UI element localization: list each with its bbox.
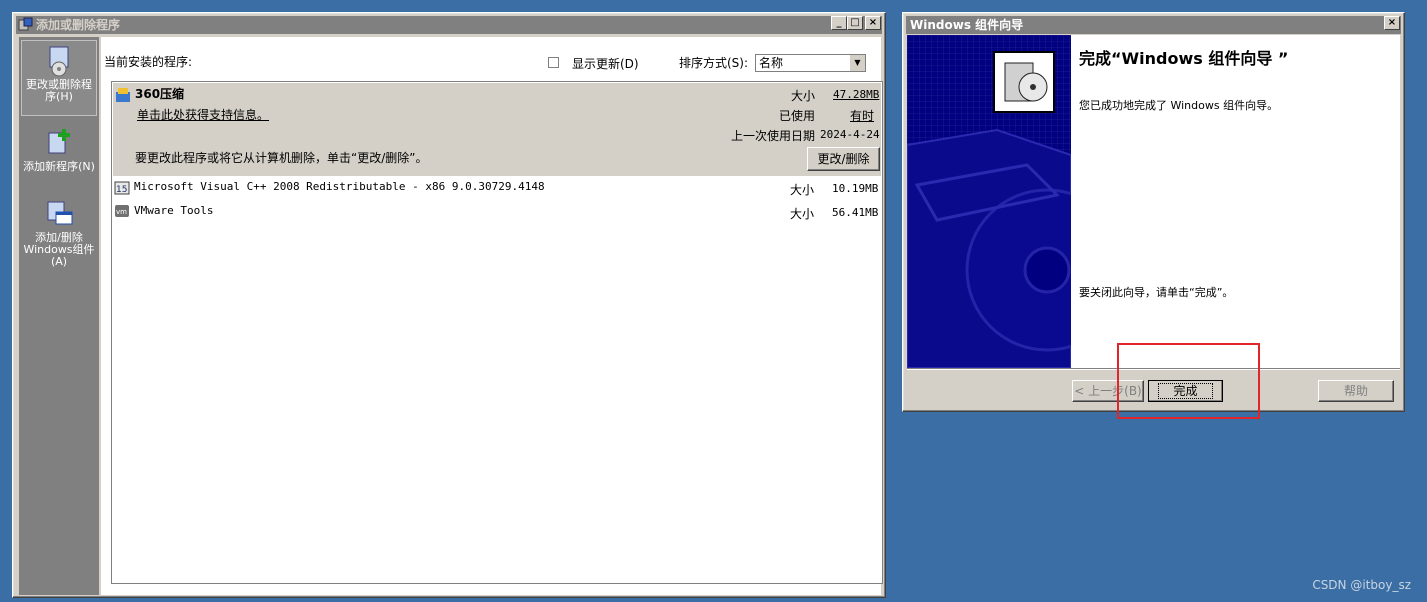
sort-select-value: 名称 bbox=[759, 56, 784, 70]
program-size-value: 10.19MB bbox=[832, 182, 879, 195]
watermark: CSDN @itboy_sz bbox=[1312, 578, 1411, 592]
chevron-down-icon[interactable]: ▼ bbox=[849, 55, 865, 71]
program-name: VMware Tools bbox=[134, 204, 214, 217]
maximize-button[interactable]: □ bbox=[847, 16, 863, 30]
table-row[interactable]: vm VMware Tools 大小 56.41MB bbox=[112, 201, 882, 223]
wizard-message: 您已成功地完成了 Windows 组件向导。 bbox=[1079, 99, 1279, 112]
last-used-label: 上一次使用日期 bbox=[731, 129, 816, 143]
sidebar-item-label: 添加/删除Windows组件(A) bbox=[23, 231, 95, 268]
size-label: 大小 bbox=[791, 89, 816, 103]
selected-program-row[interactable]: 360压缩 单击此处获得支持信息。 大小 47.28MB 已使用 有时 上一次使… bbox=[113, 83, 881, 176]
wizard-cd-box-icon bbox=[993, 51, 1055, 113]
vmware-icon: vm bbox=[115, 205, 129, 217]
help-button[interactable]: 帮助 bbox=[1318, 380, 1394, 402]
show-updates-checkbox[interactable] bbox=[548, 57, 559, 68]
programs-list[interactable]: 360压缩 单击此处获得支持信息。 大小 47.28MB 已使用 有时 上一次使… bbox=[111, 81, 883, 584]
program-size-label: 大小 bbox=[790, 183, 815, 197]
support-info-link[interactable]: 单击此处获得支持信息。 bbox=[137, 106, 269, 123]
sort-label: 排序方式(S): bbox=[679, 56, 749, 70]
program-size-label: 大小 bbox=[790, 207, 815, 221]
add-remove-programs-window: 添加或删除程序 _ □ × 更改或删除程序(H) 添加新程序(N) 添加/删除W… bbox=[12, 12, 886, 598]
arp-titlebar[interactable]: 添加或删除程序 bbox=[16, 16, 882, 34]
arp-sidebar: 更改或删除程序(H) 添加新程序(N) 添加/删除Windows组件(A) bbox=[19, 37, 99, 595]
vcpp-icon: 15 bbox=[114, 181, 130, 195]
program-size-value: 56.41MB bbox=[832, 206, 879, 219]
wizard-heading: 完成“Windows 组件向导 ” bbox=[1079, 49, 1289, 68]
last-used-value: 2024-4-24 bbox=[820, 128, 880, 141]
selected-program-name: 360压缩 bbox=[135, 87, 185, 101]
size-value: 47.28MB bbox=[833, 88, 880, 101]
svg-text:vm: vm bbox=[116, 208, 127, 216]
arp-title: 添加或删除程序 bbox=[36, 18, 121, 32]
arp-title-icon bbox=[18, 17, 33, 31]
wizard-close-button[interactable]: × bbox=[1384, 16, 1400, 30]
wizard-titlebar[interactable]: Windows 组件向导 bbox=[906, 16, 1401, 34]
wizard-content: 完成“Windows 组件向导 ” 您已成功地完成了 Windows 组件向导。… bbox=[993, 35, 1400, 368]
sort-select[interactable]: 名称 ▼ bbox=[755, 54, 866, 72]
table-row[interactable]: 15 Microsoft Visual C++ 2008 Redistribut… bbox=[112, 177, 882, 199]
used-value[interactable]: 有时 bbox=[850, 107, 874, 124]
svg-text:15: 15 bbox=[116, 185, 127, 195]
arp-main-panel: 当前安装的程序: 显示更新(D) 排序方式(S): 名称 ▼ 360压缩 单击此… bbox=[101, 37, 883, 595]
sidebar-item-label: 添加新程序(N) bbox=[23, 160, 95, 173]
windows-components-icon bbox=[47, 201, 73, 225]
add-new-programs-icon bbox=[48, 129, 70, 154]
archive-program-icon bbox=[116, 88, 130, 102]
close-button[interactable]: × bbox=[865, 16, 881, 30]
change-remove-button[interactable]: 更改/删除 bbox=[807, 147, 880, 171]
wizard-close-hint: 要关闭此向导，请单击“完成”。 bbox=[1079, 286, 1234, 299]
program-name: Microsoft Visual C++ 2008 Redistributabl… bbox=[134, 180, 545, 193]
used-label: 已使用 bbox=[779, 109, 816, 123]
installed-programs-label: 当前安装的程序: bbox=[104, 55, 193, 69]
sidebar-item-label: 更改或删除程序(H) bbox=[26, 78, 92, 103]
sidebar-item-add-new[interactable]: 添加新程序(N) bbox=[21, 123, 97, 187]
sidebar-item-change-remove[interactable]: 更改或删除程序(H) bbox=[21, 40, 97, 116]
red-highlight-box bbox=[1117, 343, 1260, 419]
minimize-button[interactable]: _ bbox=[831, 16, 847, 30]
change-hint: 要更改此程序或将它从计算机删除，单击“更改/删除”。 bbox=[135, 151, 428, 165]
sidebar-item-windows-components[interactable]: 添加/删除Windows组件(A) bbox=[21, 194, 97, 272]
show-updates-label: 显示更新(D) bbox=[572, 57, 639, 71]
wizard-title: Windows 组件向导 bbox=[910, 18, 1024, 32]
change-remove-programs-icon bbox=[49, 46, 69, 77]
